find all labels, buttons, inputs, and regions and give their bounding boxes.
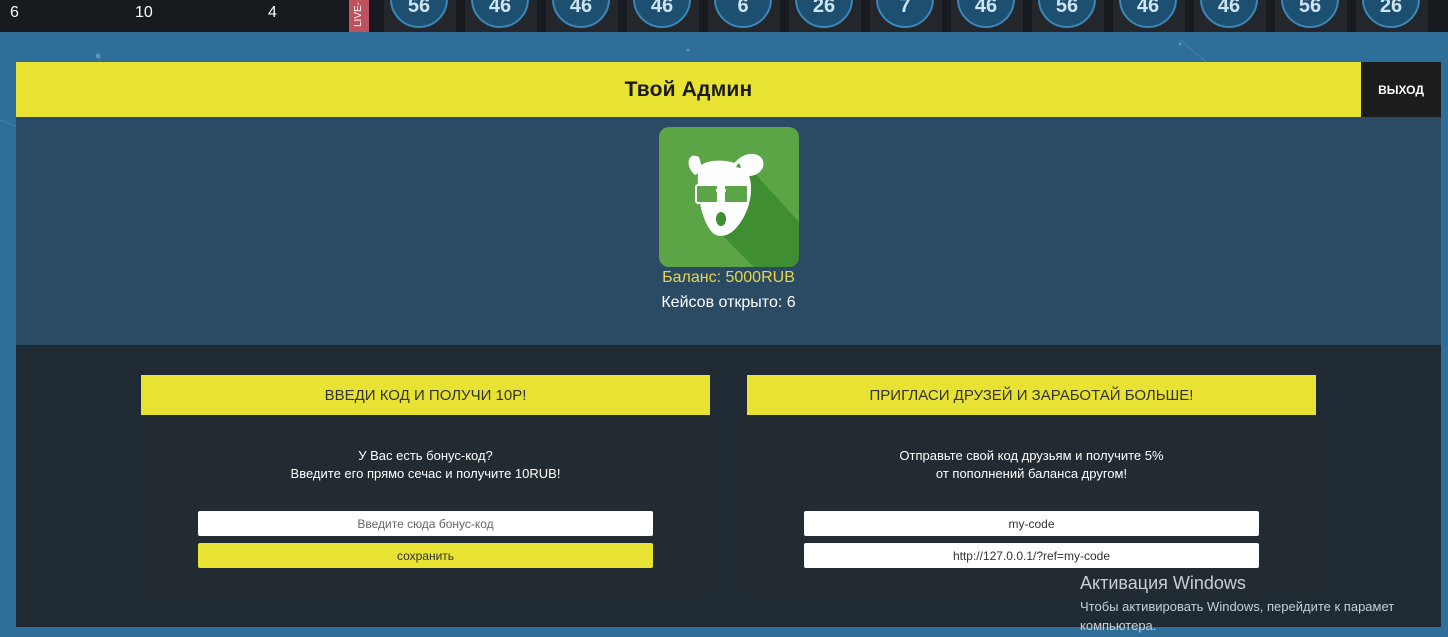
- live-item[interactable]: 56: [384, 0, 456, 32]
- bonus-code-card: ВВЕДИ КОД И ПОЛУЧИ 10Р! У Вас есть бонус…: [141, 375, 710, 597]
- page-title: Твой Админ: [624, 77, 753, 101]
- exit-button[interactable]: ВЫХОД: [1361, 62, 1441, 117]
- live-item[interactable]: 46: [627, 0, 699, 32]
- live-item[interactable]: 46: [1194, 0, 1266, 32]
- live-item[interactable]: 46: [1113, 0, 1185, 32]
- live-label: LIVE-: [349, 0, 369, 32]
- live-item[interactable]: 46: [951, 0, 1023, 32]
- profile-panel: Твой Админ ВЫХОД Баланс: 5000RUB Кейсов …: [16, 62, 1441, 627]
- referral-link-field[interactable]: [804, 543, 1259, 568]
- watermark-title: Активация Windows: [1080, 573, 1246, 593]
- bonus-card-description: У Вас есть бонус-код? Введите его прямо …: [290, 448, 561, 481]
- stat-value: 10: [135, 4, 153, 21]
- save-button[interactable]: сохранить: [198, 543, 653, 568]
- bonus-card-title: ВВЕДИ КОД И ПОЛУЧИ 10Р!: [141, 375, 710, 415]
- referral-card-description: Отправьте свой код друзьям и получите 5%…: [899, 448, 1164, 481]
- live-item[interactable]: 7: [870, 0, 942, 32]
- live-item[interactable]: 6: [708, 0, 780, 32]
- vk-dog-sunglasses-icon: [688, 153, 799, 267]
- live-item[interactable]: 56: [1032, 0, 1104, 32]
- referral-card: ПРИГЛАСИ ДРУЗЕЙ И ЗАРАБОТАЙ БОЛЬШЕ! Отпр…: [747, 375, 1316, 597]
- windows-activation-watermark: Активация Windows Чтобы активировать Win…: [1080, 573, 1394, 635]
- profile-header: Твой Админ: [16, 62, 1361, 117]
- stat-value: 6: [10, 4, 19, 21]
- watermark-line: компьютера.: [1080, 618, 1157, 633]
- stat-value: 4: [268, 4, 277, 21]
- live-item[interactable]: 56: [1275, 0, 1347, 32]
- referral-code-field[interactable]: [804, 511, 1259, 536]
- live-item[interactable]: 46: [465, 0, 537, 32]
- cases-opened-text: Кейсов открыто: 6: [661, 294, 796, 311]
- balance-text: Баланс: 5000RUB: [662, 269, 795, 286]
- referral-card-title: ПРИГЛАСИ ДРУЗЕЙ И ЗАРАБОТАЙ БОЛЬШЕ!: [747, 375, 1316, 415]
- live-item[interactable]: 26: [789, 0, 861, 32]
- watermark-line: Чтобы активировать Windows, перейдите к …: [1080, 599, 1395, 614]
- live-item[interactable]: 46: [546, 0, 618, 32]
- live-bar: 6 10 4 LIVE- 56 46 46 46 6 26 7 46 56 46…: [0, 0, 1448, 32]
- live-item[interactable]: 26: [1356, 0, 1428, 32]
- avatar: [659, 127, 799, 267]
- bonus-code-input[interactable]: [198, 511, 653, 536]
